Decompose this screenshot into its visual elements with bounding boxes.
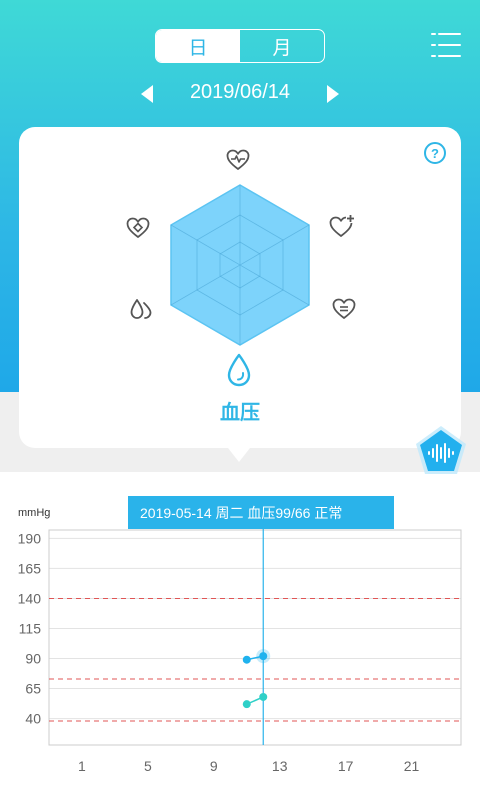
y-tick-label: 190	[18, 530, 42, 546]
voice-assistant-button[interactable]	[413, 424, 469, 480]
help-button[interactable]: ?	[424, 142, 446, 164]
data-point	[259, 652, 268, 661]
y-tick-label: 165	[18, 560, 42, 576]
data-point	[242, 655, 251, 664]
y-tick-label: 40	[25, 711, 41, 727]
heart-pulse-icon[interactable]	[226, 149, 250, 171]
tab-day[interactable]: 日	[156, 30, 240, 62]
triangle-right-icon[interactable]	[327, 85, 339, 103]
tab-month[interactable]: 月	[240, 30, 324, 62]
date-navigator: 2019/06/14	[0, 78, 480, 110]
blood-pressure-chart[interactable]: 1901651401159065401 5 9 13 17 21	[0, 520, 480, 790]
menu-icon[interactable]	[430, 30, 462, 60]
heart-diamond-icon[interactable]	[126, 217, 150, 239]
plot-frame	[48, 529, 462, 746]
y-tick-label: 140	[18, 590, 42, 606]
card-pointer	[228, 448, 250, 462]
blood-drop-icon[interactable]	[225, 353, 253, 387]
data-point	[259, 692, 268, 701]
heart-plus-icon[interactable]	[329, 214, 355, 238]
triangle-left-icon[interactable]	[141, 85, 153, 103]
period-switch: 日 月	[155, 29, 325, 63]
x-tick-label: 9	[210, 758, 218, 774]
x-tick-label: 21	[404, 758, 420, 774]
y-axis-unit: mmHg	[18, 507, 51, 519]
y-tick-label: 115	[19, 620, 42, 636]
y-tick-label: 90	[25, 651, 41, 667]
x-tick-label: 1	[78, 758, 86, 774]
current-date: 2019/06/14	[189, 81, 291, 103]
data-point	[242, 700, 251, 709]
heart-list-icon[interactable]	[332, 298, 356, 320]
y-tick-label: 65	[25, 681, 41, 697]
x-tick-label: 17	[338, 758, 354, 774]
double-drop-icon[interactable]	[129, 297, 153, 321]
x-tick-label: 5	[144, 758, 152, 774]
selected-metric-label: 血压	[220, 402, 260, 424]
x-tick-label: 13	[272, 758, 288, 774]
